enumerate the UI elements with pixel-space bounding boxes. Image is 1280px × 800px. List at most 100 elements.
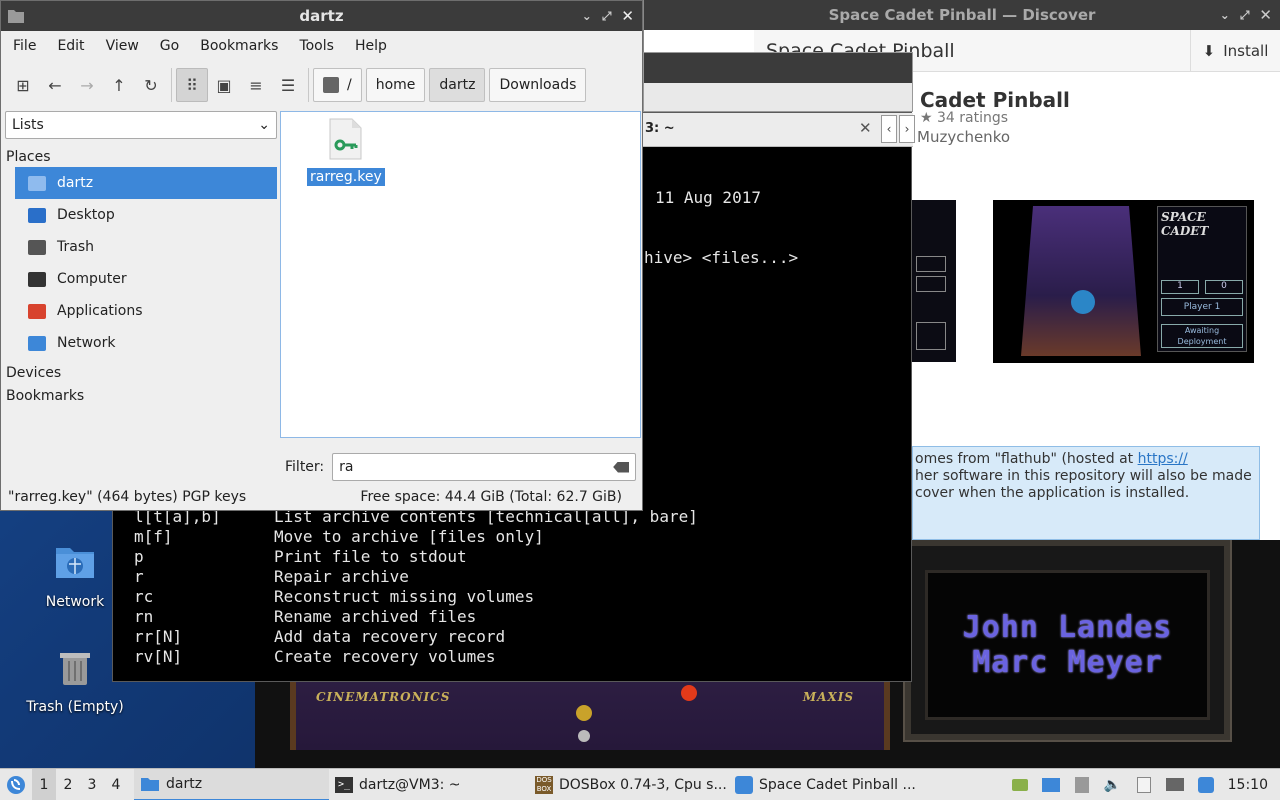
folder-icon: [8, 10, 24, 23]
workspace-3[interactable]: 3: [80, 777, 104, 793]
sidebar-item-applications[interactable]: Applications: [15, 295, 277, 327]
breadcrumb-root[interactable]: /: [313, 68, 362, 102]
removable-drive-icon[interactable]: [1073, 776, 1091, 793]
detail-view-button[interactable]: ☰: [272, 68, 304, 102]
file-item[interactable]: rarreg.key: [307, 118, 385, 186]
notification-icon[interactable]: [1197, 776, 1215, 793]
task-discover-label: Space Cadet Pinball ...: [759, 776, 916, 793]
fm-statusbar: "rarreg.key" (464 bytes) PGP keys Free s…: [8, 489, 622, 505]
trash-can-icon: [60, 653, 90, 685]
keyboard-icon[interactable]: [1165, 777, 1184, 793]
notice-link[interactable]: https://: [1138, 451, 1188, 467]
menu-go[interactable]: Go: [160, 38, 190, 54]
menu-help[interactable]: Help: [355, 38, 398, 54]
terminal-command: r: [134, 567, 144, 586]
app-name: Cadet Pinball: [920, 88, 1070, 112]
terminal-command: m[f]: [134, 527, 173, 546]
back-button[interactable]: ←: [39, 68, 71, 102]
maximize-icon[interactable]: ⤢: [602, 1, 612, 31]
workspace-1[interactable]: 1: [32, 768, 56, 800]
sidebar-item-label: Trash: [57, 239, 94, 255]
discover-titlebar[interactable]: Space Cadet Pinball — Discover ⌄ ⤢ ✕: [644, 0, 1280, 30]
windows-icon[interactable]: [1041, 777, 1060, 793]
menu-view[interactable]: View: [106, 38, 150, 54]
task-file-manager[interactable]: dartz: [134, 768, 329, 800]
menu-file[interactable]: File: [13, 38, 47, 54]
download-arrow-icon: ⬇: [1202, 42, 1216, 60]
minimize-icon[interactable]: ⌄: [1220, 0, 1230, 30]
menu-edit[interactable]: Edit: [57, 38, 95, 54]
breadcrumb-home[interactable]: home: [365, 68, 426, 102]
sidebar-item-dartz[interactable]: dartz: [15, 167, 277, 199]
icon-view-button[interactable]: ⠿: [176, 68, 208, 102]
sidebar-item-trash[interactable]: Trash: [15, 231, 277, 263]
bookmarks-section-header[interactable]: Bookmarks: [6, 388, 279, 406]
thumbnail-view-button[interactable]: ▣: [208, 68, 240, 102]
close-icon[interactable]: ✕: [621, 1, 634, 31]
install-button[interactable]: ⬇ Install: [1190, 30, 1280, 72]
terminal-command-description: Print file to stdout: [274, 547, 467, 566]
menu-tools[interactable]: Tools: [299, 38, 345, 54]
tab-next-icon[interactable]: ›: [899, 115, 915, 143]
start-menu-button[interactable]: [0, 775, 32, 795]
menu-bookmarks[interactable]: Bookmarks: [200, 38, 289, 54]
file-name: rarreg.key: [307, 168, 385, 186]
image-icon: ▣: [216, 75, 232, 95]
clock[interactable]: 15:10: [1228, 777, 1268, 793]
new-tab-button[interactable]: ⊞: [7, 68, 39, 102]
task-terminal[interactable]: >_ dartz@VM3: ~: [329, 769, 529, 800]
back-arrow-icon: ←: [48, 75, 62, 95]
tab-prev-icon[interactable]: ‹: [881, 115, 897, 143]
discover-icon: [735, 775, 753, 794]
cinematronics-logo: CINEMATRONICS: [316, 690, 451, 704]
network-folder-icon: [56, 548, 94, 578]
fm-sidebar: Lists ⌄ Places dartz Desktop Trash Computer…: [5, 111, 279, 437]
reload-button[interactable]: ↻: [135, 68, 167, 102]
breadcrumb-dartz[interactable]: dartz: [429, 68, 486, 102]
minimize-icon[interactable]: ⌄: [582, 1, 592, 31]
terminal-tabbar[interactable]: 3: ~ ✕ ‹ ›: [643, 113, 915, 147]
storage-icon[interactable]: [1011, 777, 1029, 793]
sidebar-item-label: Network: [57, 335, 116, 351]
fm-file-view[interactable]: rarreg.key: [280, 111, 641, 438]
filter-input[interactable]: ra: [332, 453, 637, 481]
close-icon[interactable]: ✕: [1259, 0, 1272, 30]
tab-close-icon[interactable]: ✕: [859, 119, 872, 137]
volume-icon[interactable]: 🔈: [1104, 777, 1122, 793]
compact-view-button[interactable]: ≡: [240, 68, 272, 102]
sidebar-item-computer[interactable]: Computer: [15, 263, 277, 295]
fm-menubar: File Edit View Go Bookmarks Tools Help: [1, 31, 642, 61]
forward-button[interactable]: →: [71, 68, 103, 102]
pinball-credits-panel: John Landes Marc Meyer: [903, 540, 1232, 742]
dosbox-icon: DOS BOX: [535, 775, 553, 794]
terminal-command-description: Add data recovery record: [274, 627, 506, 646]
task-file-manager-label: dartz: [166, 775, 203, 792]
install-label: Install: [1223, 42, 1269, 60]
screenshot-thumbnail-1[interactable]: [912, 200, 956, 362]
repository-notice: omes from "flathub" (hosted at https:// …: [912, 446, 1260, 540]
breadcrumb-downloads[interactable]: Downloads: [489, 68, 587, 102]
up-button[interactable]: ↑: [103, 68, 135, 102]
task-discover[interactable]: Space Cadet Pinball ...: [729, 769, 929, 800]
trash-icon: [27, 238, 47, 256]
sidebar-item-desktop[interactable]: Desktop: [15, 199, 277, 231]
sidebar-item-network[interactable]: Network: [15, 327, 277, 359]
task-dosbox[interactable]: DOS BOX DOSBox 0.74-3, Cpu s...: [529, 769, 729, 800]
devices-section-header[interactable]: Devices: [6, 365, 279, 383]
sidebar-mode-select[interactable]: Lists ⌄: [5, 111, 277, 139]
file-manager-window[interactable]: dartz ⌄ ⤢ ✕ File Edit View Go Bookmarks …: [0, 0, 643, 511]
clipboard-icon[interactable]: [1135, 776, 1153, 793]
grid-icon: ⠿: [186, 75, 198, 95]
sidebar-mode-value: Lists: [12, 117, 44, 133]
workspace-2[interactable]: 2: [56, 777, 80, 793]
fm-titlebar[interactable]: dartz ⌄ ⤢ ✕: [1, 1, 642, 31]
places-section-header[interactable]: Places: [6, 149, 279, 167]
maxis-logo: MAXIS: [802, 690, 854, 704]
terminal-tab-title[interactable]: 3: ~: [645, 121, 675, 136]
clear-input-icon[interactable]: [613, 461, 630, 473]
screenshot-thumbnail-2[interactable]: SPACE CADET 1 0 Player 1 Awaiting Deploy…: [993, 200, 1254, 363]
sidebar-item-label: Desktop: [57, 207, 115, 223]
background-dialog-window[interactable]: [643, 52, 913, 112]
workspace-4[interactable]: 4: [104, 777, 128, 793]
maximize-icon[interactable]: ⤢: [1240, 0, 1250, 30]
